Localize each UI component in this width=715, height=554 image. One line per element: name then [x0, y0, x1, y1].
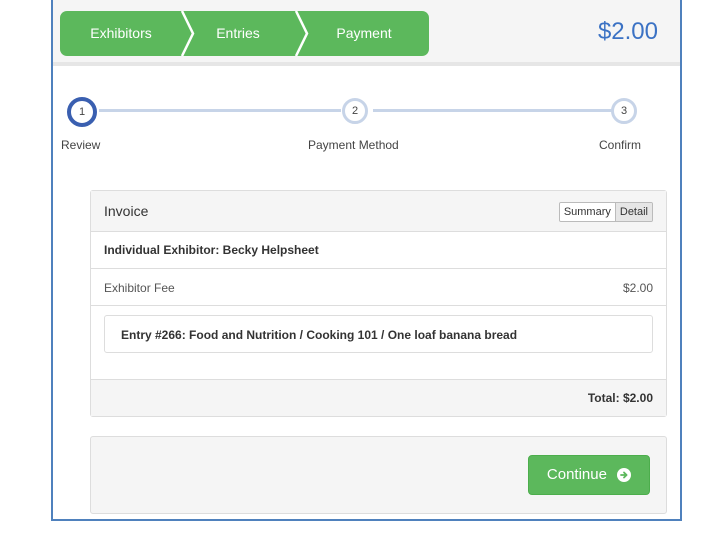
- exhibitor-name: Individual Exhibitor: Becky Helpsheet: [104, 243, 319, 257]
- fee-label: Exhibitor Fee: [104, 281, 175, 295]
- invoice-title: Invoice: [104, 203, 149, 219]
- step-3-indicator: 3: [611, 98, 637, 124]
- fee-amount: $2.00: [622, 281, 653, 295]
- action-panel: Continue: [90, 436, 667, 514]
- stepper-track: [99, 109, 341, 112]
- invoice-total: Total: $2.00: [587, 391, 653, 405]
- breadcrumb-payment[interactable]: Payment: [300, 11, 428, 56]
- step-3-label: Confirm: [599, 138, 642, 152]
- invoice-header: Invoice Summary Detail: [91, 191, 666, 232]
- checkout-header: Exhibitors Entries Payment $2.00: [53, 0, 680, 66]
- step-1-indicator: 1: [67, 97, 97, 127]
- summary-toggle-button[interactable]: Summary: [559, 203, 615, 221]
- breadcrumb-exhibitors[interactable]: Exhibitors: [60, 11, 182, 56]
- detail-toggle-button[interactable]: Detail: [614, 203, 652, 221]
- continue-button-label: Continue: [546, 466, 607, 484]
- continue-button[interactable]: Continue: [528, 455, 650, 495]
- step-1-label: Review: [61, 138, 101, 152]
- entry-description: Entry #266: Food and Nutrition / Cooking…: [121, 328, 518, 342]
- breadcrumb: Exhibitors Entries Payment: [60, 11, 429, 56]
- arrow-circle-right-icon: [617, 468, 632, 483]
- invoice-panel: Invoice Summary Detail Individual Exhibi…: [90, 190, 667, 417]
- breadcrumb-entries[interactable]: Entries: [182, 11, 294, 56]
- step-2-indicator: 2: [342, 98, 368, 124]
- exhibitor-row: Individual Exhibitor: Becky Helpsheet: [91, 231, 666, 269]
- entry-item: Entry #266: Food and Nutrition / Cooking…: [104, 315, 653, 353]
- invoice-view-toggle: Summary Detail: [558, 202, 653, 222]
- invoice-footer: Total: $2.00: [91, 379, 666, 416]
- cart-total: $2.00: [597, 18, 658, 45]
- step-2-label: Payment Method: [308, 138, 399, 152]
- fee-row: Exhibitor Fee $2.00: [91, 268, 666, 306]
- stepper-track: [373, 109, 613, 112]
- checkout-frame: Exhibitors Entries Payment $2.00 1 2 3 R…: [51, 0, 682, 521]
